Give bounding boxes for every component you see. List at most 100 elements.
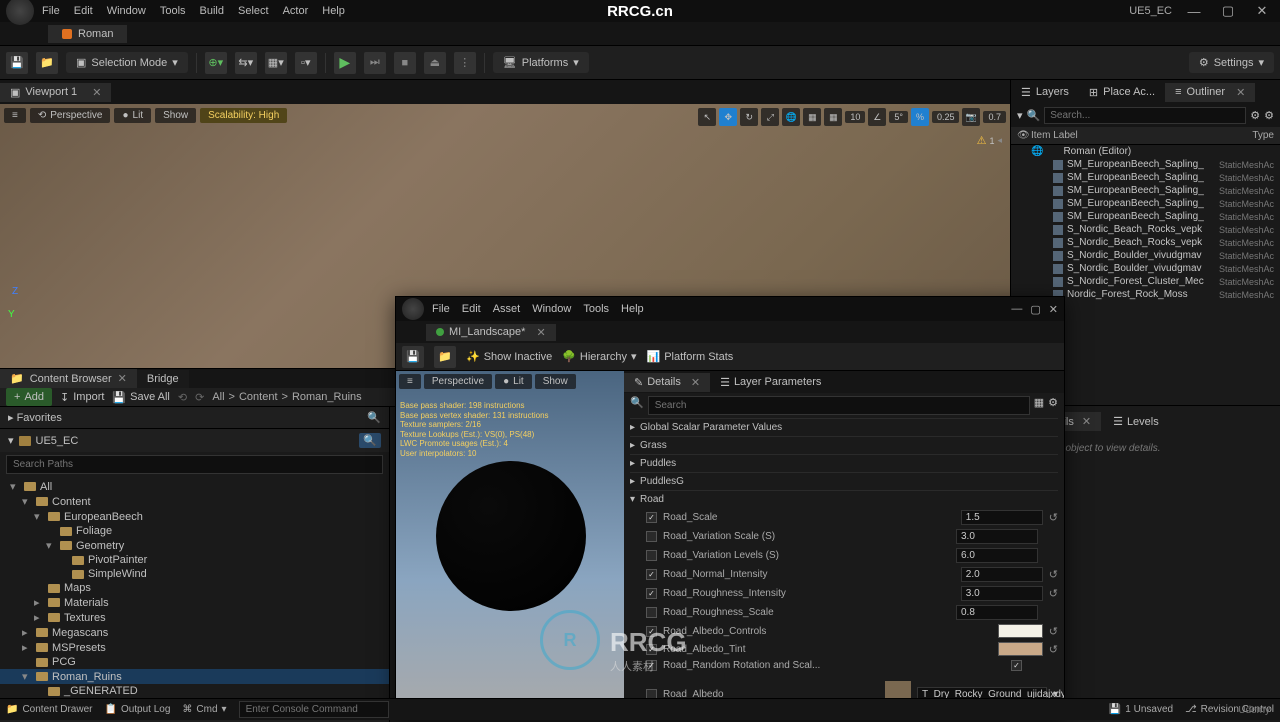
- maximize-button[interactable]: ▢: [1216, 3, 1240, 19]
- scalability-badge[interactable]: Scalability: High: [200, 108, 287, 123]
- mi-save-icon[interactable]: 💾: [402, 346, 424, 368]
- perspective-dropdown[interactable]: ⟲ Perspective: [30, 108, 111, 123]
- world-local-toggle[interactable]: 🌐: [782, 108, 800, 126]
- stop-button[interactable]: ■: [394, 52, 416, 74]
- param-override-checkbox[interactable]: [646, 512, 657, 523]
- close-tab-icon[interactable]: ✕: [536, 326, 545, 339]
- mi-close-button[interactable]: ✕: [1049, 303, 1058, 316]
- tree-row[interactable]: Foliage: [0, 524, 389, 538]
- camera-speed-icon[interactable]: 📷: [962, 108, 980, 126]
- col-label[interactable]: Item Label: [1031, 130, 1252, 141]
- tree-row[interactable]: ▾EuropeanBeech: [0, 509, 389, 524]
- viewport-menu-icon[interactable]: ≡: [4, 108, 26, 123]
- browse-icon[interactable]: 📁: [36, 52, 58, 74]
- mi-asset-tab[interactable]: MI_Landscape* ✕: [426, 324, 556, 341]
- rotate-tool[interactable]: ↻: [740, 108, 758, 126]
- mi-menu-tools[interactable]: Tools: [583, 303, 609, 315]
- options-icon[interactable]: ⚙: [1250, 109, 1260, 122]
- viewport-tab[interactable]: ▣ Viewport 1 ✕: [0, 83, 111, 102]
- step-button[interactable]: ⏭: [364, 52, 386, 74]
- console-input[interactable]: [239, 701, 389, 718]
- play-options-icon[interactable]: ⋮: [454, 52, 476, 74]
- tree-row[interactable]: Maps: [0, 581, 389, 595]
- tree-row[interactable]: SimpleWind: [0, 567, 389, 581]
- outliner-row[interactable]: S_Nordic_Forest_Cluster_MecStaticMeshAc: [1011, 275, 1280, 288]
- angle-snap-icon[interactable]: ∠: [868, 108, 886, 126]
- close-button[interactable]: ✕: [1250, 3, 1274, 19]
- outliner-row[interactable]: S_Nordic_Boulder_vivudgmavStaticMeshAc: [1011, 262, 1280, 275]
- lit-dropdown[interactable]: ● Lit: [114, 108, 151, 123]
- tab-outliner[interactable]: ≡ Outliner ✕: [1165, 83, 1255, 102]
- tree-row[interactable]: ▾All: [0, 479, 389, 494]
- group-road[interactable]: ▾ Road: [630, 490, 1058, 508]
- param-value-input[interactable]: 1.5: [961, 510, 1043, 525]
- scale-snap-value[interactable]: 0.25: [932, 111, 960, 123]
- save-icon[interactable]: 💾: [6, 52, 28, 74]
- outliner-row[interactable]: SM_EuropeanBeech_Sapling_StaticMeshAc: [1011, 210, 1280, 223]
- cinematics-icon[interactable]: ▫▾: [295, 52, 317, 74]
- crumb-all[interactable]: All: [212, 391, 224, 403]
- add-content-icon[interactable]: ⊕▾: [205, 52, 227, 74]
- show-dropdown[interactable]: Show: [155, 108, 196, 123]
- mode-dropdown[interactable]: ▣ Selection Mode ▾: [66, 52, 188, 73]
- tree-row[interactable]: PCG: [0, 655, 389, 669]
- tree-row[interactable]: PivotPainter: [0, 553, 389, 567]
- tree-row[interactable]: ▾Content: [0, 494, 389, 509]
- select-tool[interactable]: ↖: [698, 108, 716, 126]
- mi-viewport-menu-icon[interactable]: ≡: [399, 374, 421, 389]
- param-override-checkbox[interactable]: [646, 531, 657, 542]
- translate-tool[interactable]: ✥: [719, 108, 737, 126]
- menu-window[interactable]: Window: [107, 5, 146, 17]
- play-button[interactable]: ▶: [334, 52, 356, 74]
- tree-row[interactable]: ▸Materials: [0, 595, 389, 610]
- search-active-icon[interactable]: 🔍: [359, 433, 381, 448]
- outliner-row[interactable]: S_Nordic_Boulder_vivudgmavStaticMeshAc: [1011, 249, 1280, 262]
- hierarchy-dropdown[interactable]: 🌳 Hierarchy ▾: [562, 350, 636, 363]
- param-override-checkbox[interactable]: [646, 644, 657, 655]
- tab-place-actors[interactable]: ⊞ Place Ac...: [1079, 83, 1165, 102]
- outliner-search-input[interactable]: [1044, 107, 1246, 124]
- param-override-checkbox[interactable]: [646, 626, 657, 637]
- mi-maximize-button[interactable]: ▢: [1030, 303, 1040, 316]
- menu-help[interactable]: Help: [322, 5, 345, 17]
- mi-tab-details[interactable]: ✎ Details ✕: [624, 373, 710, 392]
- platforms-dropdown[interactable]: 🖥 Platforms ▾: [493, 52, 589, 73]
- outliner-row[interactable]: SM_EuropeanBeech_Sapling_StaticMeshAc: [1011, 158, 1280, 171]
- tab-bridge[interactable]: Bridge: [137, 370, 189, 388]
- nav-back-icon[interactable]: ⟲: [178, 391, 187, 404]
- tab-content-browser[interactable]: 📁 Content Browser ✕: [0, 369, 137, 388]
- reset-icon[interactable]: ↺: [1049, 643, 1058, 656]
- mi-show-dropdown[interactable]: Show: [535, 374, 576, 389]
- mi-menu-asset[interactable]: Asset: [493, 303, 521, 315]
- reset-icon[interactable]: ↺: [1049, 625, 1058, 638]
- outliner-row[interactable]: SM_EuropeanBeech_Sapling_StaticMeshAc: [1011, 184, 1280, 197]
- mi-lit-dropdown[interactable]: ● Lit: [495, 374, 532, 389]
- color-swatch[interactable]: [998, 624, 1043, 638]
- mi-menu-file[interactable]: File: [432, 303, 450, 315]
- tree-row[interactable]: ▸Textures: [0, 610, 389, 625]
- group-global[interactable]: ▸ Global Scalar Parameter Values: [630, 418, 1058, 436]
- eject-button[interactable]: ⏏: [424, 52, 446, 74]
- outliner-row[interactable]: SM_EuropeanBeech_Sapling_StaticMeshAc: [1011, 171, 1280, 184]
- mi-search-input[interactable]: [648, 396, 1030, 415]
- menu-select[interactable]: Select: [238, 5, 269, 17]
- paths-search-input[interactable]: [6, 455, 383, 474]
- param-value-checkbox[interactable]: [1011, 660, 1022, 671]
- param-value-input[interactable]: 3.0: [961, 586, 1043, 601]
- mi-menu-help[interactable]: Help: [621, 303, 644, 315]
- grid-snap-icon[interactable]: ▦: [824, 108, 842, 126]
- grid-snap-value[interactable]: 10: [845, 111, 865, 123]
- tree-row[interactable]: _GENERATED: [0, 684, 389, 698]
- menu-edit[interactable]: Edit: [74, 5, 93, 17]
- unsaved-button[interactable]: 💾 1 Unsaved: [1109, 704, 1173, 715]
- nav-fwd-icon[interactable]: ⟳: [195, 391, 204, 404]
- filter-icon[interactable]: ▦: [1034, 396, 1044, 415]
- project-header[interactable]: ▾ UE5_EC 🔍: [0, 429, 389, 452]
- mi-minimize-button[interactable]: —: [1011, 303, 1022, 316]
- settings-dropdown[interactable]: Settings ▾: [1189, 52, 1274, 73]
- tab-layers[interactable]: ☰ Layers: [1011, 83, 1079, 102]
- marketplace-icon[interactable]: ⇆▾: [235, 52, 257, 74]
- color-swatch[interactable]: [998, 642, 1043, 656]
- scale-snap-icon[interactable]: %: [911, 108, 929, 126]
- param-override-checkbox[interactable]: [646, 607, 657, 618]
